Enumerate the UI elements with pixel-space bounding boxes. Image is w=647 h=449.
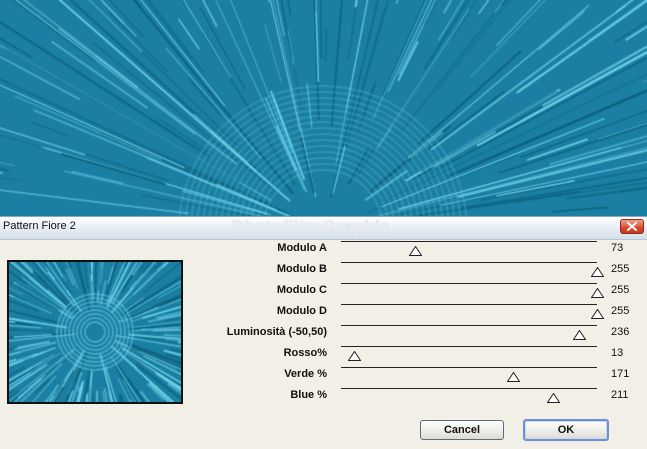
slider-value: 255 — [611, 263, 630, 275]
slider-row: Modulo D 255 — [0, 302, 647, 323]
slider-track[interactable] — [341, 346, 597, 361]
slider-rail — [341, 241, 597, 242]
slider-value: 73 — [611, 242, 624, 254]
slider-value: 236 — [611, 326, 630, 338]
triangle-up-icon[interactable] — [573, 330, 587, 340]
slider-rail — [341, 283, 597, 284]
slider-row: Modulo B 255 — [0, 260, 647, 281]
slider-value: 171 — [611, 368, 630, 380]
triangle-up-icon[interactable] — [591, 288, 604, 298]
slider-value: 13 — [611, 347, 624, 359]
ok-button[interactable]: OK — [523, 419, 609, 441]
watermark-text: PhotofiltreGraphic — [232, 217, 391, 236]
slider-rail — [341, 388, 597, 389]
close-button[interactable] — [620, 219, 644, 234]
slider-row: Modulo A 73 — [0, 239, 647, 260]
slider-rail — [341, 367, 597, 368]
slider-track[interactable] — [341, 367, 597, 382]
slider-track[interactable] — [341, 241, 597, 256]
dialog-title: Pattern Fiore 2 — [3, 220, 76, 232]
triangle-up-icon[interactable] — [347, 351, 361, 361]
slider-rail — [341, 304, 597, 305]
slider-track[interactable] — [341, 388, 597, 403]
slider-row: Rosso% 13 — [0, 344, 647, 365]
slider-value: 255 — [611, 284, 630, 296]
dialog-titlebar: Pattern Fiore 2 PhotofiltreGraphic — [0, 217, 647, 240]
triangle-up-icon[interactable] — [591, 267, 604, 277]
slider-value: 255 — [611, 305, 630, 317]
triangle-up-icon[interactable] — [506, 372, 520, 382]
slider-track[interactable] — [341, 304, 604, 319]
slider-track[interactable] — [341, 262, 604, 277]
slider-label: Modulo A — [277, 242, 327, 254]
slider-label: Verde % — [284, 368, 327, 380]
slider-rail — [341, 346, 597, 347]
slider-track[interactable] — [341, 325, 597, 340]
slider-row: Luminosità (-50,50) 236 — [0, 323, 647, 344]
slider-row: Verde % 171 — [0, 365, 647, 386]
slider-rail — [341, 262, 597, 263]
pattern-background-image — [0, 0, 647, 216]
slider-rail — [341, 325, 597, 326]
slider-value: 211 — [611, 389, 629, 401]
triangle-up-icon[interactable] — [409, 246, 423, 256]
slider-label: Blue % — [290, 389, 327, 401]
cancel-button[interactable]: Cancel — [420, 420, 504, 440]
slider-label: Modulo B — [276, 263, 327, 275]
slider-row: Modulo C 255 — [0, 281, 647, 302]
slider-label: Modulo D — [276, 305, 327, 317]
slider-label: Rosso% — [283, 347, 327, 359]
close-x-icon — [627, 222, 637, 231]
slider-label: Modulo C — [276, 284, 327, 296]
slider-label: Luminosità (-50,50) — [226, 326, 327, 338]
pattern-dialog: Pattern Fiore 2 PhotofiltreGraphic Modul… — [0, 216, 647, 449]
slider-track[interactable] — [341, 283, 604, 298]
triangle-up-icon[interactable] — [591, 309, 604, 319]
slider-row: Blue % 211 — [0, 386, 647, 407]
triangle-up-icon[interactable] — [547, 393, 561, 403]
